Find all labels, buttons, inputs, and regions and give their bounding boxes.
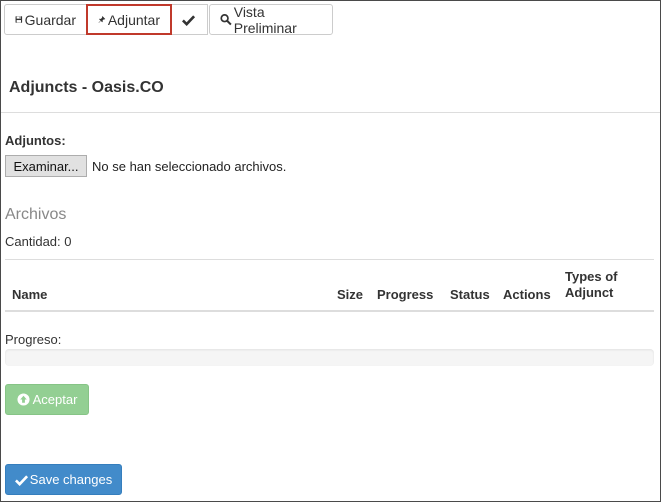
files-count-value: 0 xyxy=(64,234,72,249)
attachments-label: Adjuntos: xyxy=(5,133,66,148)
accept-button-label: Aceptar xyxy=(32,392,78,407)
column-header-size: Size xyxy=(337,287,364,302)
preview-button[interactable]: Vista Preliminar xyxy=(209,3,333,36)
column-header-name: Name xyxy=(12,287,48,302)
divider xyxy=(1,112,660,113)
column-header-types: Types of Adjunct xyxy=(565,269,618,300)
checkmark-icon xyxy=(182,14,195,26)
search-icon xyxy=(220,14,232,26)
preview-button-label: Vista Preliminar xyxy=(233,3,297,36)
page-title: Adjuncts - Oasis.CO xyxy=(9,79,164,96)
column-header-progress: Progress xyxy=(377,287,434,302)
progress-bar xyxy=(5,349,654,366)
table-header-border xyxy=(5,310,654,312)
save-button-label: Guardar xyxy=(24,11,76,28)
save-changes-button[interactable]: Save changes xyxy=(5,464,122,495)
upload-circle-icon xyxy=(17,393,30,406)
files-table-header: Name Size Progress Status Actions Types … xyxy=(5,260,654,310)
attach-button-label: Adjuntar xyxy=(107,11,160,28)
files-section-title: Archivos xyxy=(5,206,67,223)
floppy-disk-icon xyxy=(15,16,23,23)
files-count: Cantidad: 0 xyxy=(5,234,72,249)
toolbar: Guardar Adjuntar Vista Preliminar xyxy=(4,3,333,36)
pushpin-icon xyxy=(98,16,106,23)
save-changes-button-label: Save changes xyxy=(29,472,113,487)
files-count-label: Cantidad: xyxy=(5,234,65,249)
confirm-button[interactable] xyxy=(171,4,208,35)
attach-button[interactable]: Adjuntar xyxy=(86,4,172,35)
column-header-status: Status xyxy=(450,287,490,302)
checkmark-icon xyxy=(14,474,28,486)
save-button[interactable]: Guardar xyxy=(4,4,87,35)
no-files-text: No se han seleccionado archivos. xyxy=(92,159,287,174)
window-frame xyxy=(0,0,661,502)
column-header-actions: Actions xyxy=(503,287,551,302)
browse-button[interactable]: Examinar... xyxy=(5,155,87,177)
accept-button[interactable]: Aceptar xyxy=(5,384,89,415)
progress-label: Progreso: xyxy=(5,332,62,347)
